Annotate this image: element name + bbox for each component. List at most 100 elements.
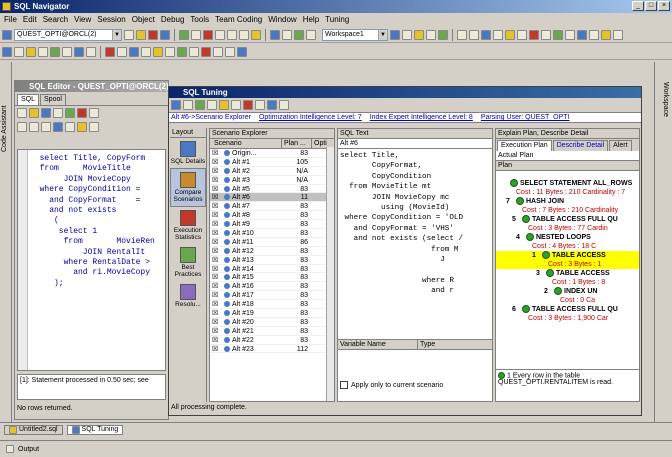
tab-describe-detail[interactable]: Describe Detail [552, 140, 609, 151]
maximize-button[interactable]: □ [645, 1, 657, 11]
scenario-row[interactable]: ☒ Alt #14 83 [210, 265, 334, 274]
col-plan[interactable]: Plan ... [282, 139, 312, 148]
refresh-icon[interactable] [50, 46, 60, 57]
tool-b-icon[interactable] [469, 29, 479, 40]
tool-n-icon[interactable] [613, 29, 623, 40]
tune-icon[interactable] [438, 29, 448, 40]
run-sql-icon[interactable] [65, 108, 75, 118]
stop-icon[interactable] [148, 29, 158, 40]
close-button[interactable]: × [658, 1, 670, 11]
scenario-row[interactable]: ☒ Origin... 83 [210, 149, 334, 158]
commit-icon[interactable] [189, 46, 199, 57]
menu-item-tools[interactable]: Tools [190, 14, 209, 26]
browse-icon[interactable] [14, 46, 24, 57]
tuning-stats-icon[interactable] [231, 100, 241, 110]
scenario-checkbox[interactable]: ☒ [210, 149, 220, 157]
scenario-row[interactable]: ☒ Alt #13 83 [210, 256, 334, 265]
scenario-row[interactable]: ☒ Alt #15 83 [210, 273, 334, 283]
scenario-row[interactable]: ☒ Alt #21 83 [210, 327, 334, 336]
menu-item-edit[interactable]: Edit [23, 14, 37, 26]
menu-item-team-coding[interactable]: Team Coding [215, 14, 262, 26]
ie-level-link[interactable]: Index Expert Intelligence Level: 8 [370, 113, 473, 122]
scenario-row[interactable]: ☒ Alt #2 N/A [210, 167, 334, 176]
halt-icon[interactable] [203, 29, 213, 40]
scenario-checkbox[interactable]: ☒ [210, 265, 220, 273]
tuning-compare-icon[interactable] [207, 100, 217, 110]
scenario-row[interactable]: ☒ Alt #11 86 [210, 238, 334, 247]
col-type[interactable]: Type [418, 340, 435, 349]
output-label[interactable]: Output [18, 446, 39, 453]
scenario-checkbox[interactable]: ☒ [210, 220, 220, 228]
run-icon[interactable] [179, 29, 189, 40]
tool-c-icon[interactable] [481, 29, 491, 40]
menu-item-search[interactable]: Search [43, 14, 68, 26]
scenario-checkbox[interactable]: ☒ [210, 238, 220, 246]
parsing-user-link[interactable]: Parsing User: QUEST_OPTI [481, 113, 570, 122]
menu-item-debug[interactable]: Debug [161, 14, 185, 26]
scenario-row[interactable]: ☒ Alt #16 83 [210, 282, 334, 292]
format-icon[interactable] [306, 29, 316, 40]
tuning-report-icon[interactable] [255, 100, 265, 110]
tuning-forward-icon[interactable] [183, 100, 193, 110]
execute-icon[interactable] [177, 46, 187, 57]
scenario-checkbox[interactable]: ☒ [210, 176, 220, 184]
tuning-options-icon[interactable] [267, 100, 277, 110]
code-assistant-tab[interactable]: Code Assistant [1, 72, 8, 152]
cut-icon[interactable] [17, 122, 27, 132]
undo-icon[interactable] [53, 122, 63, 132]
explain-icon[interactable] [129, 46, 139, 57]
clear-sql-icon[interactable] [89, 108, 99, 118]
scenario-scrollbar[interactable] [326, 147, 334, 401]
schema-icon[interactable] [74, 46, 84, 57]
properties-icon[interactable] [86, 46, 96, 57]
favorites-icon[interactable] [26, 46, 36, 57]
tuning-index-icon[interactable] [219, 100, 229, 110]
menu-item-window[interactable]: Window [268, 14, 296, 26]
scenario-row[interactable]: ☒ Alt #1 105 [210, 158, 334, 167]
scenario-checkbox[interactable]: ☒ [210, 229, 220, 237]
tuning-help-icon[interactable] [279, 100, 289, 110]
replace-icon[interactable] [426, 29, 436, 40]
copy-icon[interactable] [29, 122, 39, 132]
paste-icon[interactable] [41, 122, 51, 132]
options-icon[interactable] [165, 46, 175, 57]
workspace-tab[interactable]: Workspace [662, 82, 669, 142]
tool-f-icon[interactable] [517, 29, 527, 40]
tuning-generate-icon[interactable] [195, 100, 205, 110]
scenario-row[interactable]: ☒ Alt #19 83 [210, 309, 334, 318]
grid-icon[interactable] [213, 46, 223, 57]
menu-item-session[interactable]: Session [97, 14, 125, 26]
scenario-checkbox[interactable]: ☒ [210, 202, 220, 210]
scenario-row[interactable]: ☒ Alt #12 83 [210, 247, 334, 256]
nav-icon[interactable] [2, 46, 12, 57]
tool-h-icon[interactable] [541, 29, 551, 40]
new-icon[interactable] [124, 29, 134, 40]
comment-icon[interactable] [77, 122, 87, 132]
tab-execution-plan[interactable]: Execution Plan [497, 140, 552, 151]
apply-checkbox[interactable] [340, 381, 348, 389]
scenario-row[interactable]: ☒ Alt #10 83 [210, 229, 334, 238]
scenario-row[interactable]: ☒ Alt #8 83 [210, 211, 334, 221]
layout-item[interactable]: Compare Scenarios [170, 167, 206, 207]
scenario-row[interactable]: ☒ Alt #20 83 [210, 318, 334, 327]
tab-spool[interactable]: Spool [40, 94, 66, 105]
watch-icon[interactable] [282, 29, 292, 40]
tool-l-icon[interactable] [589, 29, 599, 40]
scenario-checkbox[interactable]: ☒ [210, 167, 220, 175]
col-variable-name[interactable]: Variable Name [338, 340, 418, 349]
sql-editor-text[interactable]: select Title, CopyForm from MovieTitle J… [17, 149, 166, 371]
scenario-checkbox[interactable]: ☒ [210, 256, 220, 264]
text-icon[interactable] [225, 46, 235, 57]
describe-icon[interactable] [117, 46, 127, 57]
tab-sql[interactable]: SQL [17, 94, 40, 105]
minimize-button[interactable]: _ [632, 1, 644, 11]
pause-icon[interactable] [191, 29, 201, 40]
print-icon[interactable] [153, 46, 163, 57]
layout-item[interactable]: Execution Statistics [170, 207, 206, 244]
menu-item-help[interactable]: Help [303, 14, 319, 26]
tool-j-icon[interactable] [565, 29, 575, 40]
scenario-checkbox[interactable]: ☒ [210, 273, 220, 281]
drop-icon[interactable] [105, 46, 115, 57]
scenario-row[interactable]: ☒ Alt #9 83 [210, 220, 334, 230]
col-opti[interactable]: Opti [312, 139, 327, 148]
